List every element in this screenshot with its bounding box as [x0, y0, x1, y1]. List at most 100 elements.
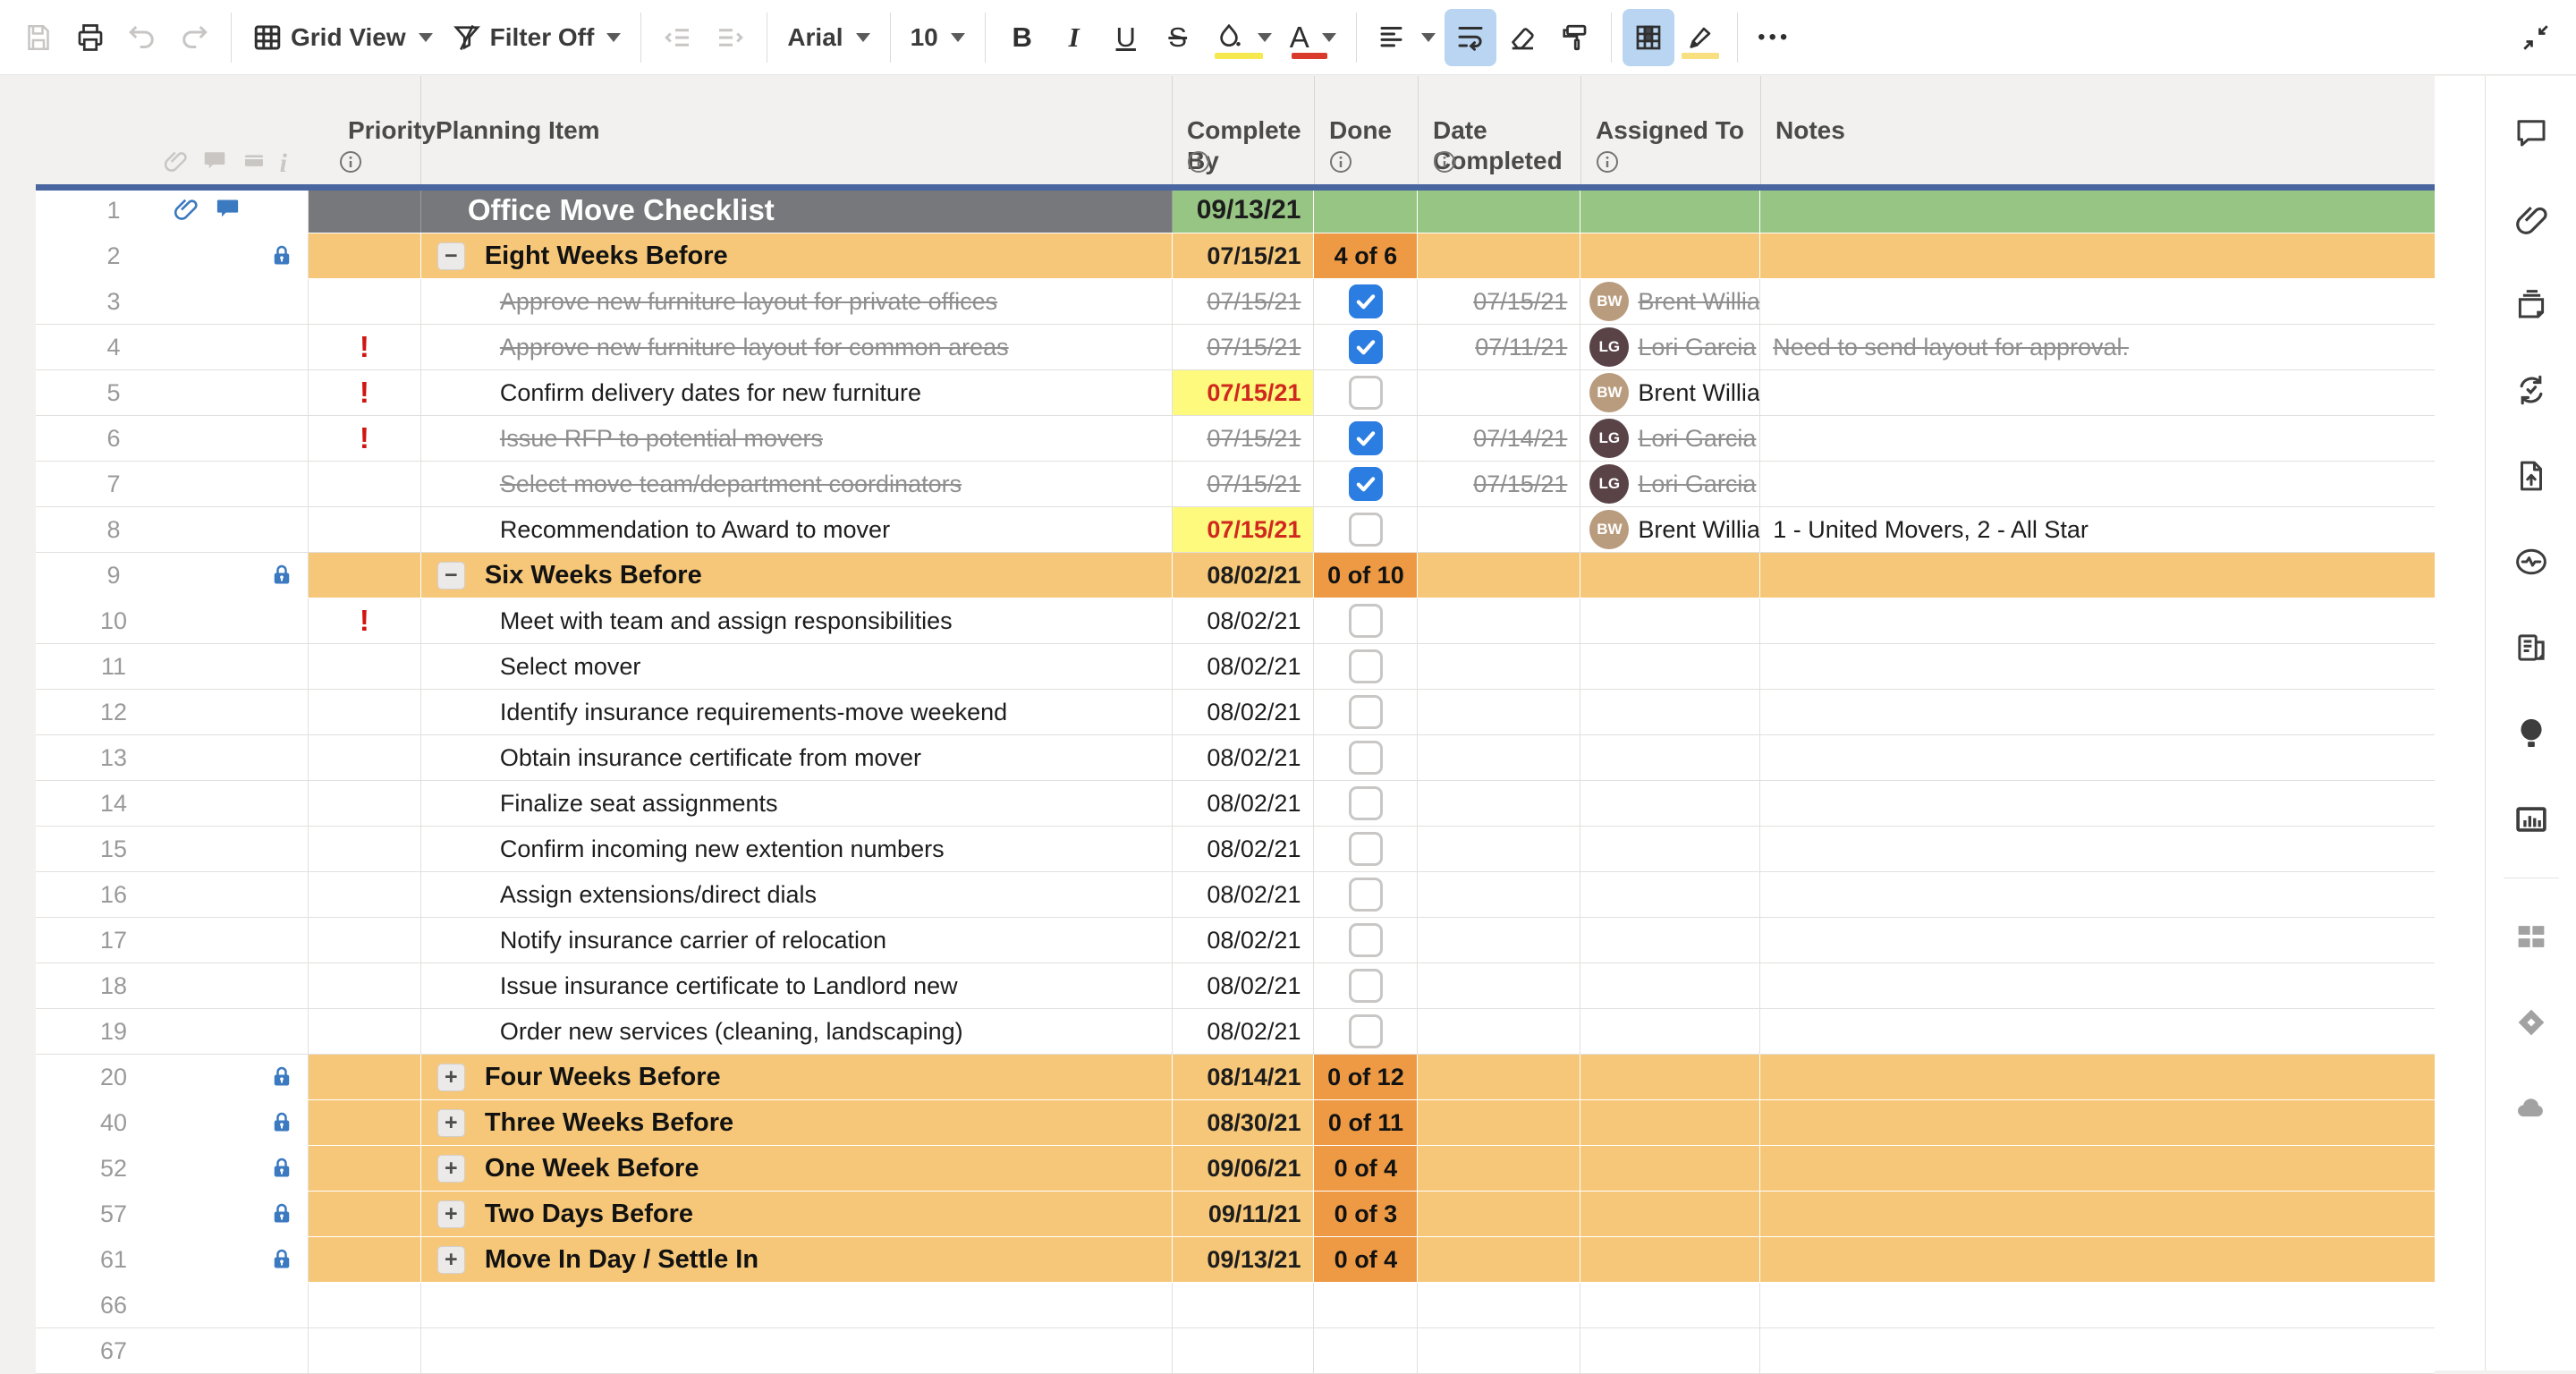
priority-cell[interactable]	[309, 507, 421, 552]
column-header-date-completed[interactable]: Date Completed	[1419, 76, 1581, 188]
row-header-cell[interactable]: 19	[36, 1009, 309, 1054]
assigned-to-cell[interactable]: BWBrent Williams	[1580, 507, 1760, 552]
date-completed-cell[interactable]: 07/14/21	[1418, 416, 1580, 461]
cell-borders-button[interactable]	[1623, 9, 1674, 66]
date-completed-cell[interactable]	[1418, 1192, 1580, 1236]
complete-by-cell[interactable]: 08/02/21	[1173, 735, 1315, 780]
info-icon[interactable]	[1185, 148, 1212, 182]
assigned-to-cell[interactable]	[1580, 1009, 1760, 1054]
row-header-cell[interactable]: 12	[36, 690, 309, 734]
date-completed-cell[interactable]: 07/15/21	[1418, 279, 1580, 324]
row-header-cell[interactable]: 4	[36, 325, 309, 369]
priority-cell[interactable]	[309, 918, 421, 963]
planning-item-cell[interactable]: Issue insurance certificate to Landlord …	[421, 963, 1173, 1008]
outdent-button[interactable]	[652, 9, 704, 66]
planning-item-cell[interactable]: +Two Days Before	[421, 1192, 1173, 1236]
bold-button[interactable]: B	[996, 9, 1048, 66]
row-header-cell[interactable]: 2	[36, 233, 309, 278]
planning-item-cell[interactable]: Order new services (cleaning, landscapin…	[421, 1009, 1173, 1054]
done-checkbox[interactable]	[1349, 969, 1383, 1003]
undo-button[interactable]	[116, 9, 168, 66]
notes-cell[interactable]: Need to send layout for approval.	[1760, 325, 2435, 369]
planning-item-cell[interactable]: Meet with team and assign responsibiliti…	[421, 598, 1173, 643]
done-cell[interactable]	[1314, 827, 1418, 871]
assigned-to-cell[interactable]	[1580, 553, 1760, 598]
done-cell[interactable]	[1314, 735, 1418, 780]
row-header-cell[interactable]: 20	[36, 1055, 309, 1099]
planning-item-cell[interactable]: Select move team/department coordinators	[421, 462, 1173, 506]
priority-cell[interactable]: !	[309, 370, 421, 415]
complete-by-cell[interactable]: 08/14/21	[1173, 1055, 1315, 1099]
priority-cell[interactable]	[309, 690, 421, 734]
date-completed-cell[interactable]	[1418, 188, 1580, 233]
complete-by-cell[interactable]: 08/02/21	[1173, 553, 1315, 598]
complete-by-cell[interactable]: 08/02/21	[1173, 872, 1315, 917]
assigned-to-cell[interactable]	[1580, 1100, 1760, 1145]
planning-item-cell[interactable]: +One Week Before	[421, 1146, 1173, 1191]
done-cell[interactable]	[1314, 416, 1418, 461]
assigned-to-cell[interactable]	[1580, 1192, 1760, 1236]
done-cell[interactable]: 0 of 4	[1314, 1237, 1418, 1282]
complete-by-cell[interactable]: 08/02/21	[1173, 690, 1315, 734]
planning-item-cell[interactable]: Issue RFP to potential movers	[421, 416, 1173, 461]
comment-icon[interactable]	[214, 194, 242, 226]
complete-by-cell[interactable]: 08/02/21	[1173, 918, 1315, 963]
date-completed-cell[interactable]	[1418, 598, 1580, 643]
complete-by-cell[interactable]: 07/15/21	[1173, 462, 1315, 506]
row-header-cell[interactable]: 52	[36, 1146, 309, 1191]
assigned-to-cell[interactable]	[1580, 1283, 1760, 1327]
date-completed-cell[interactable]	[1418, 690, 1580, 734]
date-completed-cell[interactable]	[1418, 370, 1580, 415]
done-cell[interactable]	[1314, 1283, 1418, 1327]
priority-cell[interactable]	[309, 553, 421, 598]
info-icon[interactable]	[1594, 148, 1621, 182]
complete-by-cell[interactable]: 07/15/21	[1173, 370, 1315, 415]
notes-cell[interactable]	[1760, 1237, 2435, 1282]
notes-cell[interactable]	[1760, 233, 2435, 278]
planning-item-cell[interactable]: +Three Weeks Before	[421, 1100, 1173, 1145]
done-checkbox[interactable]	[1349, 878, 1383, 912]
done-checkbox[interactable]	[1349, 604, 1383, 638]
done-checkbox[interactable]	[1349, 741, 1383, 775]
notes-cell[interactable]	[1760, 1328, 2435, 1373]
done-cell[interactable]: 0 of 10	[1314, 553, 1418, 598]
info-icon[interactable]	[1327, 148, 1354, 182]
done-cell[interactable]	[1314, 507, 1418, 552]
complete-by-cell[interactable]	[1173, 1283, 1315, 1327]
priority-cell[interactable]: !	[309, 325, 421, 369]
notes-cell[interactable]	[1760, 598, 2435, 643]
column-header-priority[interactable]: Priority	[309, 76, 421, 188]
notes-cell[interactable]	[1760, 1100, 2435, 1145]
assigned-to-cell[interactable]	[1580, 918, 1760, 963]
assigned-to-cell[interactable]	[1580, 1328, 1760, 1373]
date-completed-cell[interactable]: 07/15/21	[1418, 462, 1580, 506]
date-completed-cell[interactable]	[1418, 1055, 1580, 1099]
done-cell[interactable]: 0 of 12	[1314, 1055, 1418, 1099]
assigned-to-cell[interactable]	[1580, 644, 1760, 689]
planning-item-cell[interactable]: Confirm delivery dates for new furniture	[421, 370, 1173, 415]
done-cell[interactable]	[1314, 690, 1418, 734]
done-checkbox[interactable]	[1349, 421, 1383, 455]
done-cell[interactable]	[1314, 963, 1418, 1008]
font-size-selector[interactable]: 10	[902, 9, 974, 66]
info-icon[interactable]	[337, 148, 364, 182]
date-completed-cell[interactable]	[1418, 1237, 1580, 1282]
assigned-to-cell[interactable]	[1580, 690, 1760, 734]
complete-by-cell[interactable]: 08/02/21	[1173, 598, 1315, 643]
planning-item-cell[interactable]: +Four Weeks Before	[421, 1055, 1173, 1099]
planning-item-cell[interactable]: Office Move Checklist	[421, 188, 1173, 233]
complete-by-cell[interactable]: 07/15/21	[1173, 416, 1315, 461]
row-header-cell[interactable]: 7	[36, 462, 309, 506]
assigned-to-cell[interactable]	[1580, 963, 1760, 1008]
row-header-cell[interactable]: 6	[36, 416, 309, 461]
priority-cell[interactable]	[309, 644, 421, 689]
done-cell[interactable]	[1314, 1009, 1418, 1054]
priority-cell[interactable]	[309, 1146, 421, 1191]
done-checkbox[interactable]	[1349, 695, 1383, 729]
column-header-notes[interactable]: Notes	[1761, 76, 2436, 188]
notes-cell[interactable]	[1760, 370, 2435, 415]
assigned-to-cell[interactable]	[1580, 1237, 1760, 1282]
expand-row-button[interactable]: +	[437, 1064, 465, 1091]
done-cell[interactable]	[1314, 644, 1418, 689]
done-cell[interactable]	[1314, 370, 1418, 415]
